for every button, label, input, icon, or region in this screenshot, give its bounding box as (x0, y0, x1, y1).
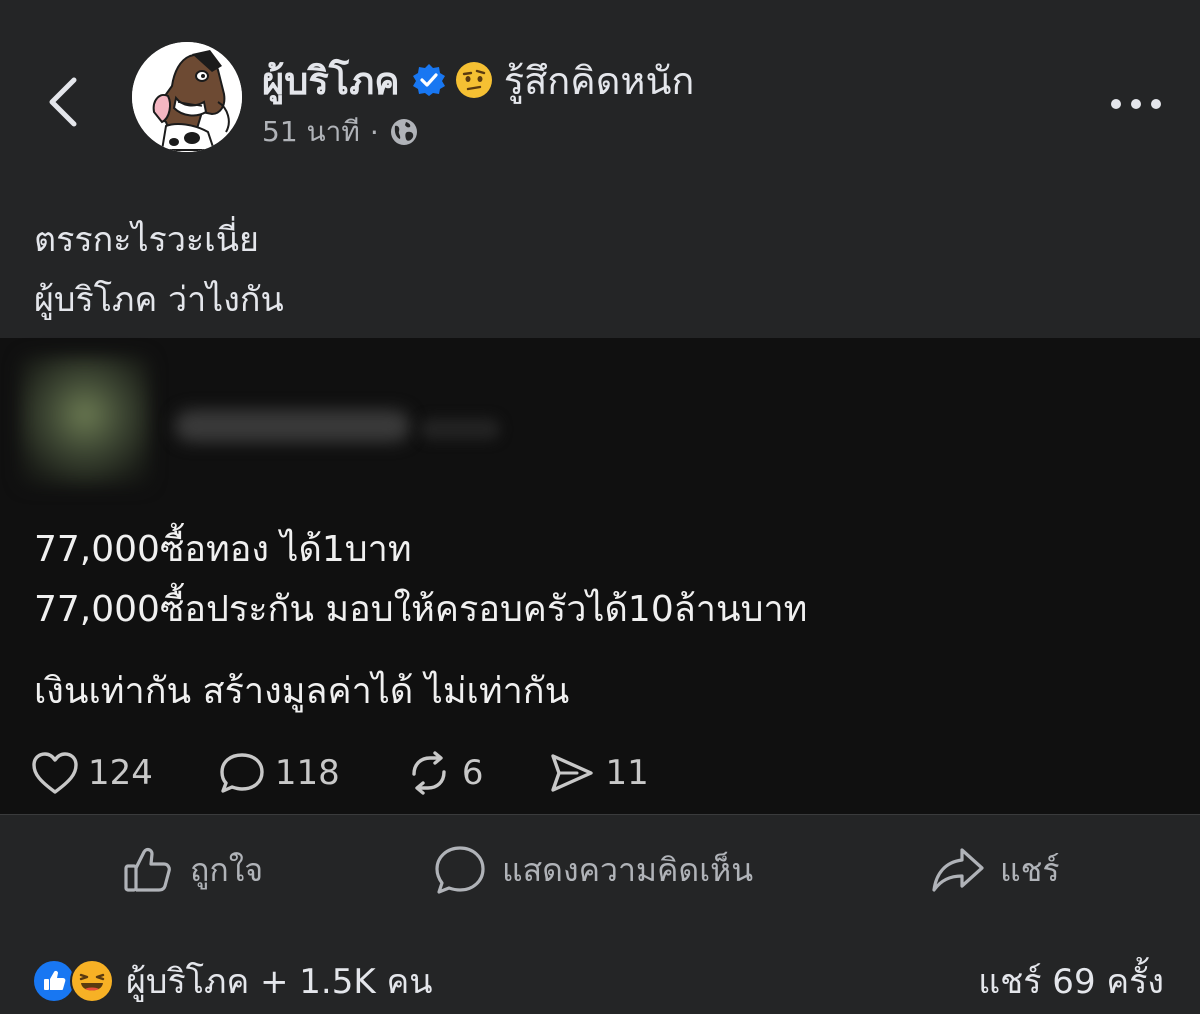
laughing-face-icon (79, 973, 105, 991)
comment-label: แสดงความคิดเห็น (502, 850, 754, 889)
thumbs-up-icon (44, 970, 66, 990)
author-row: ผู้บริโภค รู้สึกคิดหนัก (262, 52, 694, 108)
blurred-avatar (20, 356, 150, 486)
author-avatar[interactable] (132, 42, 242, 152)
heart-icon (32, 752, 78, 794)
caption-line: ตรรกะไรวะเนี่ย (34, 220, 259, 260)
share-count[interactable]: แชร์ 69 ครั้ง (978, 954, 1164, 1008)
stat-shares[interactable]: 11 (547, 750, 649, 796)
stat-reposts[interactable]: 6 (404, 750, 484, 796)
post-line: 77,000ซื้อทอง ได้1บาท (34, 529, 412, 570)
thumbs-up-icon (124, 847, 171, 892)
stat-likes[interactable]: 124 (30, 750, 153, 796)
stat-likes-count: 124 (88, 753, 153, 793)
like-label: ถูกใจ (190, 850, 264, 889)
comment-bubble-icon (220, 753, 264, 793)
more-dots-icon (1111, 99, 1161, 109)
stat-reposts-count: 6 (461, 753, 484, 793)
reaction-summary: ผู้บริโภค + 1.5K คน แชร์ 69 ครั้ง (0, 946, 1200, 1006)
send-icon (551, 754, 594, 792)
post-meta: 51 นาที · (262, 110, 419, 154)
meta-separator: · (369, 115, 379, 149)
more-options-button[interactable] (1108, 92, 1164, 116)
horse-cartoon-avatar-icon (132, 42, 242, 152)
post-line: เงินเท่ากัน สร้างมูลค่าได้ ไม่เท่ากัน (34, 671, 570, 712)
comment-icon (435, 846, 485, 894)
caption-line: ผู้บริโภค ว่าไงกัน (34, 280, 284, 320)
thinking-face-icon (455, 62, 492, 98)
reactions-summary[interactable]: ผู้บริโภค + 1.5K คน (32, 954, 432, 1008)
embedded-post-text: 77,000ซื้อทอง ได้1บาท 77,000ซื้อประกัน ม… (34, 520, 807, 722)
stat-shares-count: 11 (605, 753, 649, 793)
globe-icon[interactable] (389, 117, 419, 147)
share-button[interactable]: แชร์ (930, 830, 1060, 910)
action-bar: ถูกใจ แสดงความคิดเห็น แชร์ (0, 830, 1200, 910)
embedded-stats: 124 118 6 11 (30, 748, 713, 798)
post-time[interactable]: 51 นาที (262, 110, 360, 154)
comment-button[interactable]: แสดงความคิดเห็น (432, 830, 753, 910)
post-caption: ตรรกะไรวะเนี่ย ผู้บริโภค ว่าไงกัน (34, 210, 284, 330)
share-arrow-icon (932, 848, 984, 892)
verified-badge-icon (412, 64, 445, 96)
stat-comments-count: 118 (274, 753, 340, 793)
post-header: ผู้บริโภค รู้สึกคิดหนัก 51 นาที · (0, 0, 1200, 180)
divider (0, 814, 1200, 815)
stat-comments[interactable]: 118 (217, 750, 340, 796)
haha-reaction-icon (70, 959, 114, 1003)
post-line: 77,000ซื้อประกัน มอบให้ครอบครัวได้10ล้าน… (34, 589, 808, 630)
feeling-text: รู้สึกคิดหนัก (503, 58, 695, 103)
share-label: แชร์ (1000, 850, 1060, 889)
reactions-text: ผู้บริโภค + 1.5K คน (126, 962, 433, 1002)
back-button[interactable] (40, 72, 90, 132)
like-button[interactable]: ถูกใจ (120, 830, 263, 910)
author-name[interactable]: ผู้บริโภค (262, 50, 400, 111)
embedded-post[interactable]: 77,000ซื้อทอง ได้1บาท 77,000ซื้อประกัน ม… (0, 338, 1200, 814)
chevron-left-icon (49, 77, 77, 127)
blurred-username (175, 410, 410, 442)
blurred-handle (420, 418, 500, 440)
repost-icon (412, 751, 446, 795)
